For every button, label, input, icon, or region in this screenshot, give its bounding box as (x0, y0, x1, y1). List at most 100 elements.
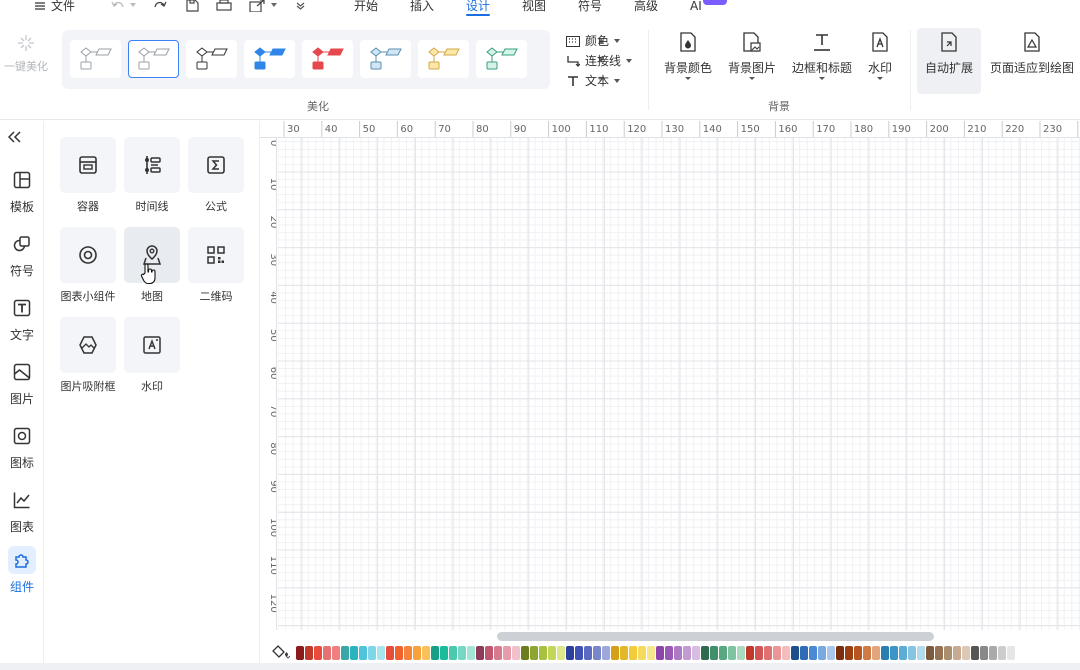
color-swatch[interactable] (908, 646, 916, 660)
collapse-sidebar-icon[interactable] (8, 131, 22, 143)
color-swatch[interactable] (971, 646, 979, 660)
tab-symbol[interactable]: 符号 (578, 0, 602, 16)
color-swatch[interactable] (944, 646, 952, 660)
color-swatch[interactable] (899, 646, 907, 660)
export-icon[interactable] (249, 0, 265, 12)
theme-thumbnail[interactable] (418, 40, 469, 78)
horizontal-scrollbar[interactable] (497, 632, 934, 641)
tab-design[interactable]: 设计 (466, 0, 491, 16)
component-container[interactable]: 容器 (56, 137, 120, 214)
color-swatch[interactable] (872, 646, 880, 660)
color-swatch[interactable] (368, 646, 376, 660)
color-swatch[interactable] (521, 646, 529, 660)
theme-thumbnail[interactable] (476, 40, 527, 78)
color-swatch[interactable] (413, 646, 421, 660)
more-icon[interactable] (296, 2, 305, 10)
color-swatch[interactable] (557, 646, 565, 660)
color-swatch[interactable] (800, 646, 808, 660)
color-swatch[interactable] (530, 646, 538, 660)
color-swatch[interactable] (863, 646, 871, 660)
color-swatch[interactable] (854, 646, 862, 660)
color-swatch[interactable] (638, 646, 646, 660)
color-swatch[interactable] (773, 646, 781, 660)
color-option[interactable]: 颜色 (566, 31, 632, 51)
tab-insert[interactable]: 插入 (410, 0, 434, 16)
border-title-button[interactable]: 边框和标题 (788, 28, 856, 94)
color-swatch[interactable] (404, 646, 412, 660)
color-swatch[interactable] (926, 646, 934, 660)
undo-icon[interactable] (110, 0, 126, 12)
theme-thumbnail[interactable] (128, 40, 179, 78)
undo-dropdown-icon[interactable] (130, 3, 136, 7)
color-swatch[interactable] (791, 646, 799, 660)
color-swatch[interactable] (566, 646, 574, 660)
component-chart-widget[interactable]: 图表小组件 (56, 227, 120, 304)
theme-thumbnail[interactable] (244, 40, 295, 78)
background-image-button[interactable]: 背景图片 (724, 28, 780, 94)
tab-ai[interactable]: AI (690, 0, 702, 16)
color-swatch[interactable] (548, 646, 556, 660)
color-swatch[interactable] (314, 646, 322, 660)
color-swatch[interactable] (683, 646, 691, 660)
color-swatch[interactable] (440, 646, 448, 660)
sidebar-item-widgets[interactable]: 组件 (0, 546, 44, 595)
color-swatch[interactable] (422, 646, 430, 660)
color-swatch[interactable] (827, 646, 835, 660)
color-swatch[interactable] (764, 646, 772, 660)
color-swatch[interactable] (332, 646, 340, 660)
color-swatch[interactable] (359, 646, 367, 660)
sidebar-item-images[interactable]: 图片 (0, 358, 44, 407)
color-swatch[interactable] (575, 646, 583, 660)
tab-start[interactable]: 开始 (354, 0, 378, 16)
color-swatch[interactable] (881, 646, 889, 660)
sidebar-item-text[interactable]: 文字 (0, 294, 44, 343)
color-swatch[interactable] (377, 646, 385, 660)
text-option[interactable]: 文本 (566, 71, 632, 91)
color-swatch[interactable] (755, 646, 763, 660)
color-swatch[interactable] (656, 646, 664, 660)
color-swatch[interactable] (350, 646, 358, 660)
tab-view[interactable]: 视图 (522, 0, 546, 16)
color-swatch[interactable] (782, 646, 790, 660)
auto-expand-button[interactable]: 自动扩展 (917, 28, 981, 94)
menu-icon[interactable] (34, 1, 46, 11)
color-swatch[interactable] (998, 646, 1006, 660)
sidebar-item-charts[interactable]: 图表 (0, 486, 44, 535)
color-swatch[interactable] (620, 646, 628, 660)
color-swatch[interactable] (746, 646, 754, 660)
file-menu[interactable]: 文件 (51, 0, 75, 14)
color-swatch[interactable] (692, 646, 700, 660)
color-swatch[interactable] (539, 646, 547, 660)
color-swatch[interactable] (629, 646, 637, 660)
color-swatch[interactable] (485, 646, 493, 660)
theme-thumbnail[interactable] (186, 40, 237, 78)
color-swatch[interactable] (728, 646, 736, 660)
color-swatch[interactable] (323, 646, 331, 660)
one-click-beautify-button[interactable]: 一键美化 (0, 34, 52, 74)
color-swatch[interactable] (989, 646, 997, 660)
component-image-snap-frame[interactable]: 图片吸附框 (56, 317, 120, 394)
theme-thumbnail[interactable] (70, 40, 121, 78)
color-swatch[interactable] (962, 646, 970, 660)
color-swatch[interactable] (593, 646, 601, 660)
color-swatch[interactable] (665, 646, 673, 660)
theme-thumbnail[interactable] (360, 40, 411, 78)
color-swatch[interactable] (386, 646, 394, 660)
sidebar-item-symbols[interactable]: 符号 (0, 230, 44, 279)
color-swatch[interactable] (395, 646, 403, 660)
theme-thumbnail[interactable] (302, 40, 353, 78)
component-timeline[interactable]: 时间线 (120, 137, 184, 214)
sidebar-item-templates[interactable]: 模板 (0, 166, 44, 215)
color-swatch[interactable] (809, 646, 817, 660)
color-swatch[interactable] (503, 646, 511, 660)
watermark-button[interactable]: 水印 (860, 28, 900, 94)
component-watermark[interactable]: 水印 (120, 317, 184, 394)
tab-advanced[interactable]: 高级 (634, 0, 658, 16)
color-swatch[interactable] (467, 646, 475, 660)
color-swatch[interactable] (611, 646, 619, 660)
color-swatch[interactable] (710, 646, 718, 660)
color-swatch[interactable] (935, 646, 943, 660)
export-dropdown-icon[interactable] (271, 3, 277, 7)
connector-option[interactable]: 连接线 (566, 51, 633, 71)
color-swatch[interactable] (836, 646, 844, 660)
